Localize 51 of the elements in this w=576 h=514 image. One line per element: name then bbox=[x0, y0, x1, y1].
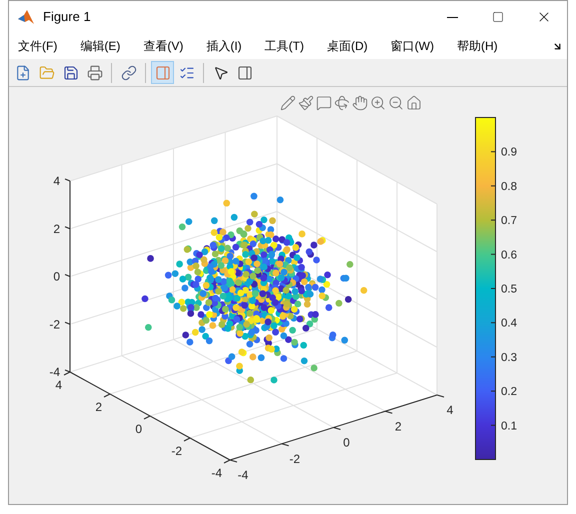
menu-item[interactable]: 桌面(D) bbox=[326, 37, 369, 55]
x-tick-label: -2 bbox=[289, 452, 300, 466]
z-tick-label: 4 bbox=[53, 174, 60, 188]
y-tick-label: 4 bbox=[55, 378, 62, 392]
colorbar-tick-label: 0.4 bbox=[501, 318, 517, 330]
panel-icon bbox=[236, 64, 252, 80]
maximize-icon bbox=[492, 11, 504, 23]
colorbar-tick-label: 0.3 bbox=[501, 352, 517, 364]
menu-item[interactable]: 工具(T) bbox=[264, 37, 305, 55]
menu-item[interactable]: 插入(I) bbox=[205, 37, 243, 55]
menu-item[interactable]: 帮助(H) bbox=[456, 37, 499, 55]
colorbar-tick-label: 0.1 bbox=[501, 420, 517, 432]
menu-item[interactable]: 编辑(E) bbox=[79, 37, 122, 55]
colorbar-tick-label: 0.9 bbox=[501, 146, 517, 159]
y-tick-label: 0 bbox=[135, 422, 142, 436]
menu-item[interactable]: 窗口(W) bbox=[390, 37, 435, 55]
y-tick-label: -4 bbox=[211, 466, 222, 480]
z-tick-label: -4 bbox=[49, 365, 60, 379]
folder-icon bbox=[38, 64, 54, 80]
minimize-icon bbox=[446, 16, 458, 18]
pan-hand-icon[interactable] bbox=[352, 95, 368, 111]
rotate-icon[interactable] bbox=[334, 95, 350, 111]
zoom-in-icon[interactable] bbox=[370, 95, 386, 111]
colorbar-tick-label: 0.7 bbox=[501, 215, 517, 228]
x-tick-label: 4 bbox=[446, 403, 454, 417]
colorbar-tick-label: 0.8 bbox=[501, 180, 517, 193]
menu-item[interactable]: 查看(V) bbox=[142, 37, 184, 55]
home-icon[interactable] bbox=[406, 95, 422, 111]
colorbar-tick-label: 0.6 bbox=[501, 249, 517, 262]
printer-icon bbox=[86, 64, 102, 80]
y-tick-label: -2 bbox=[171, 444, 182, 458]
x-tick-label: 2 bbox=[394, 419, 402, 434]
menu-item[interactable]: 文件(F) bbox=[17, 37, 58, 55]
link-icon bbox=[120, 64, 136, 80]
zoom-out-icon[interactable] bbox=[388, 95, 404, 111]
pointer-icon bbox=[212, 64, 228, 80]
z-tick-label: 0 bbox=[53, 270, 60, 284]
colorbar-tick-label: 0.5 bbox=[501, 284, 517, 296]
x-tick-label: -4 bbox=[238, 468, 248, 482]
save-icon bbox=[62, 64, 78, 80]
window-title: Figure 1 bbox=[43, 8, 91, 26]
brush-icon[interactable] bbox=[298, 95, 314, 111]
panel-icon bbox=[154, 64, 170, 80]
z-tick-label: -2 bbox=[49, 317, 60, 332]
x-tick-label: 0 bbox=[343, 436, 350, 450]
colorbar-tick-label: 0.2 bbox=[501, 386, 517, 398]
colorbar-button[interactable] bbox=[151, 61, 174, 84]
dock-arrow-icon[interactable] bbox=[552, 40, 563, 52]
y-tick-label: 2 bbox=[95, 400, 102, 414]
new-file-icon bbox=[14, 64, 30, 80]
z-tick-label: 2 bbox=[53, 222, 60, 236]
